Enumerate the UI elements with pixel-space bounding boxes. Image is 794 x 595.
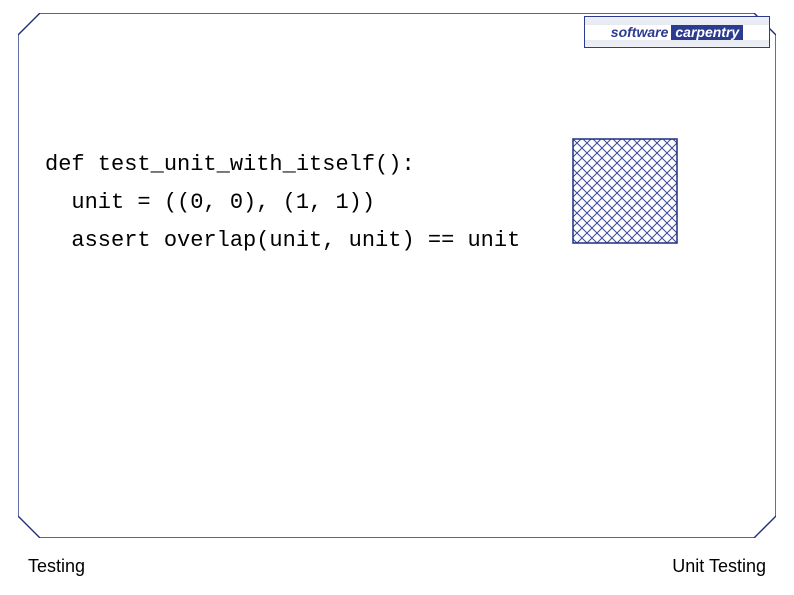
code-line-3: assert overlap(unit, unit) == unit bbox=[45, 228, 520, 253]
software-carpentry-logo: software carpentry bbox=[584, 16, 770, 48]
code-line-2: unit = ((0, 0), (1, 1)) bbox=[45, 190, 375, 215]
slide-border bbox=[18, 13, 776, 538]
footer-left-label: Testing bbox=[28, 556, 85, 577]
footer-right-label: Unit Testing bbox=[672, 556, 766, 577]
logo-word-carpentry: carpentry bbox=[671, 25, 743, 40]
code-line-1: def test_unit_with_itself(): bbox=[45, 152, 415, 177]
code-block: def test_unit_with_itself(): unit = ((0,… bbox=[45, 146, 520, 260]
slide: software carpentry def test_unit_with_it… bbox=[0, 0, 794, 595]
logo-bottom-stripe bbox=[585, 40, 769, 48]
crosshatch-square-icon bbox=[572, 138, 678, 244]
logo-text: software carpentry bbox=[585, 25, 769, 40]
logo-word-software: software bbox=[611, 25, 669, 39]
